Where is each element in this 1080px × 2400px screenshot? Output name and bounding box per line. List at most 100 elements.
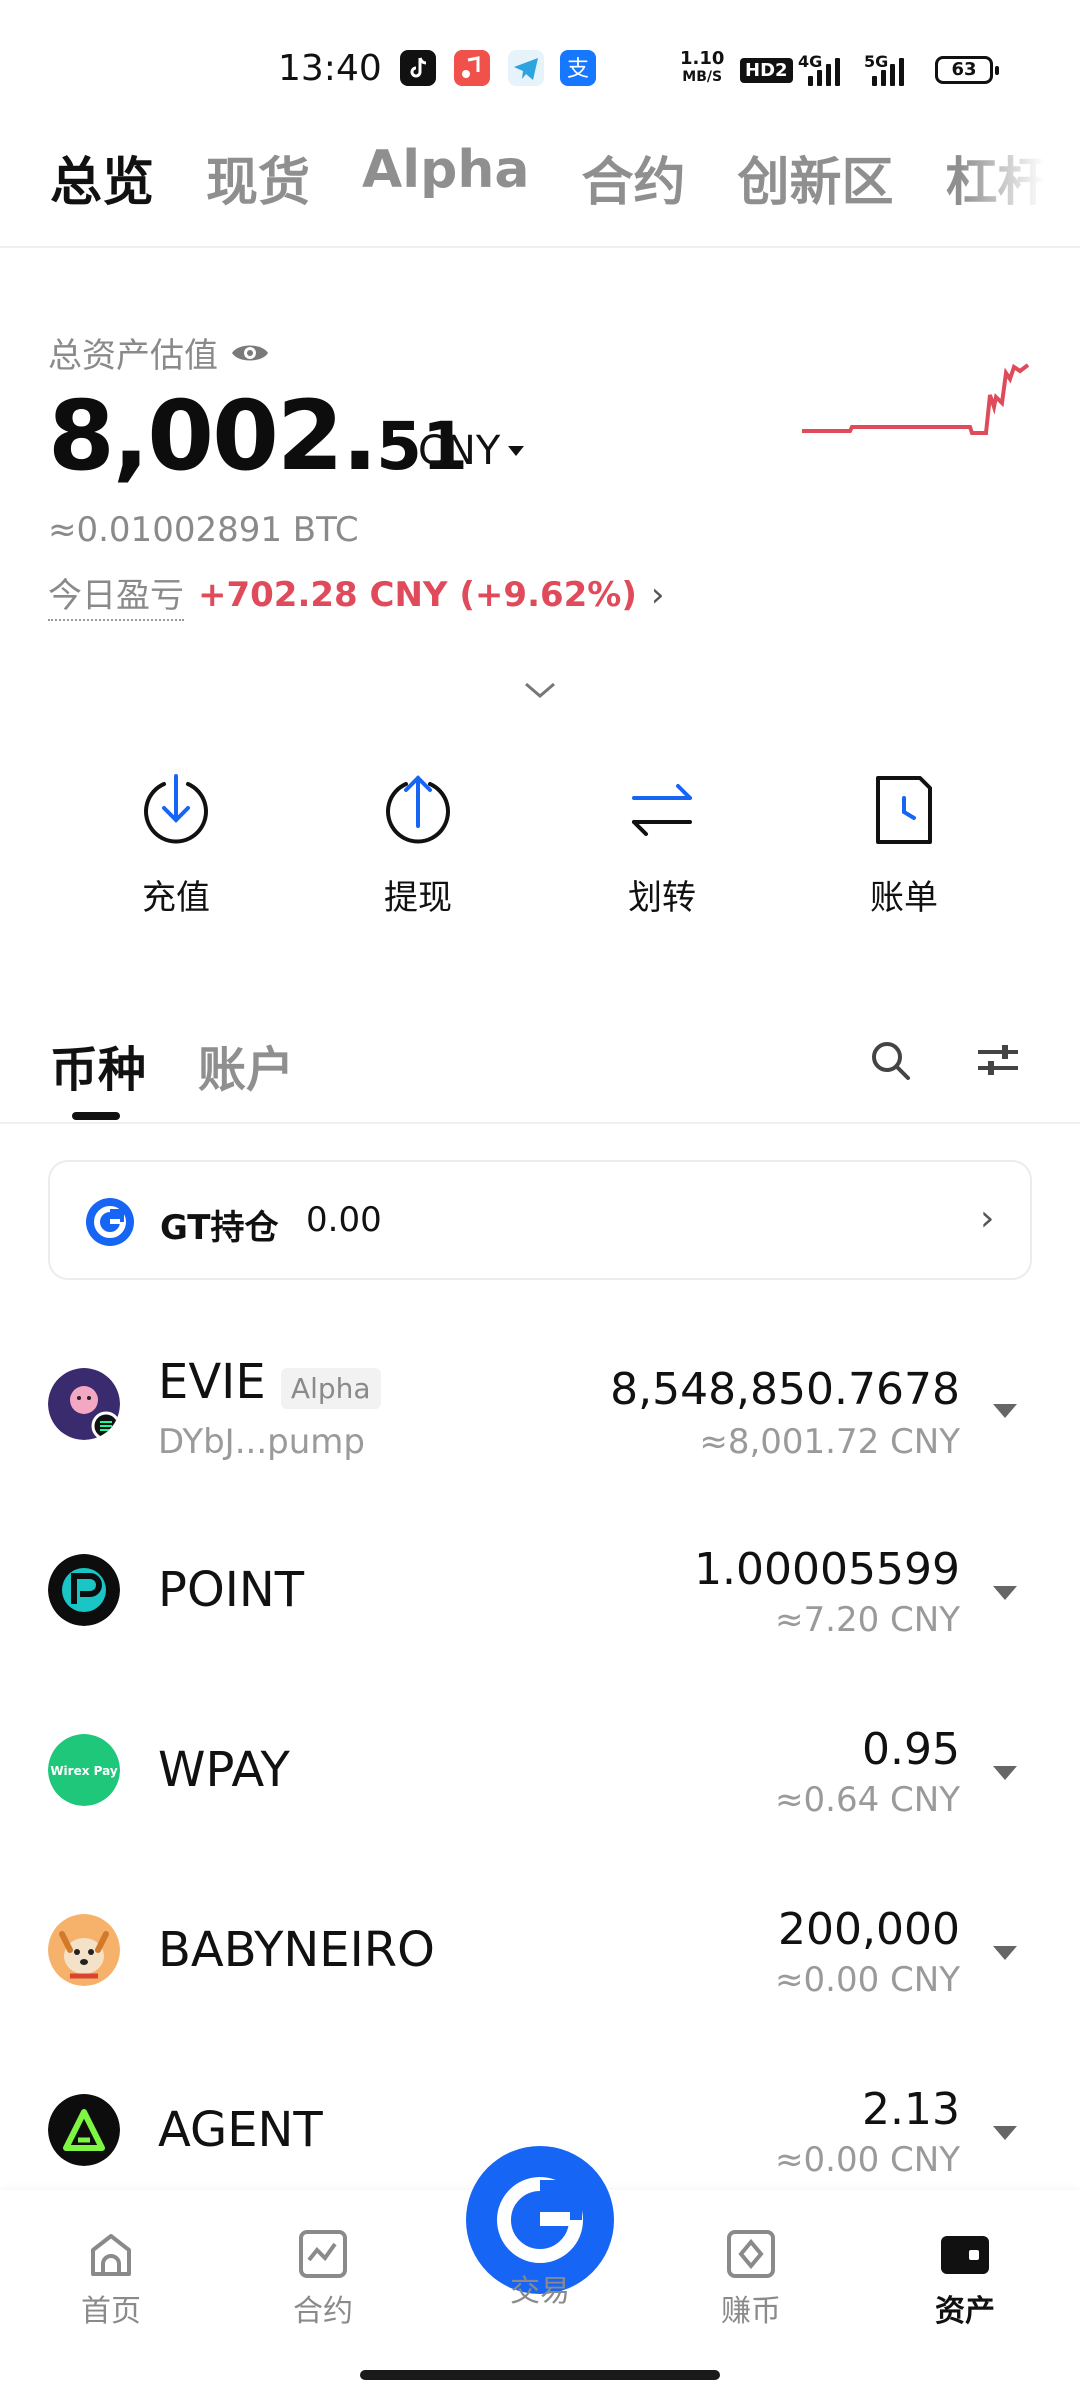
- header-divider: [0, 246, 1080, 248]
- caret-down-icon[interactable]: [993, 2126, 1017, 2140]
- signal-bars-1: [808, 56, 840, 86]
- coin-name: BABYNEIRO: [158, 1922, 435, 1978]
- music-icon: [454, 50, 490, 86]
- withdraw-button[interactable]: 提现: [328, 770, 508, 919]
- currency-selector[interactable]: CNY: [418, 428, 525, 474]
- tab-accounts[interactable]: 账户: [198, 1030, 294, 1100]
- svg-text:Wirex Pay: Wirex Pay: [50, 1764, 118, 1778]
- tiktok-icon: [400, 50, 436, 86]
- tab-overview[interactable]: 总览: [50, 140, 154, 215]
- chevron-right-icon: ›: [980, 1198, 995, 1239]
- caret-down-icon[interactable]: [993, 1586, 1017, 1600]
- coin-amount: 2.13: [862, 2084, 960, 2135]
- deposit-icon: [144, 774, 208, 844]
- bill-label: 账单: [870, 878, 938, 918]
- total-main: 8,002.: [48, 380, 378, 492]
- coin-name: AGENT: [158, 2102, 323, 2158]
- tab-fade-overlay: [960, 140, 1080, 220]
- coin-cny-value: ≈8,001.72 CNY: [699, 1422, 960, 1462]
- transfer-label: 划转: [628, 878, 696, 918]
- btc-equivalent: ≈0.01002891 BTC: [48, 510, 359, 550]
- tab-spot[interactable]: 现货: [206, 140, 310, 215]
- wallet-icon: [941, 2236, 989, 2274]
- coin-contract: DYbJ...pump: [158, 1422, 365, 1462]
- hd-badge: HD2: [740, 58, 793, 83]
- currency-label: CNY: [418, 428, 501, 474]
- asset-tab-bar: 币种 账户: [50, 1030, 294, 1100]
- today-pnl[interactable]: 今日盈亏 +702.28 CNY (+9.62%) ›: [48, 568, 665, 621]
- gt-holding-card[interactable]: GT持仓 0.00 ›: [48, 1160, 1032, 1280]
- svg-text:支: 支: [567, 57, 589, 82]
- caret-down-icon[interactable]: [993, 1404, 1017, 1418]
- nav-assets[interactable]: 资产: [890, 2228, 1040, 2330]
- telegram-icon: [508, 50, 544, 86]
- total-assets-label: 总资产估值: [48, 328, 270, 377]
- alpha-tag: Alpha: [280, 1368, 381, 1409]
- coin-amount: 200,000: [778, 1904, 960, 1955]
- evie-logo-icon: [48, 1368, 120, 1440]
- coin-amount: 8,548,850.7678: [610, 1364, 960, 1415]
- nav-assets-label: 资产: [935, 2294, 995, 2329]
- asset-tabs-divider: [0, 1122, 1080, 1124]
- withdraw-icon: [386, 775, 450, 844]
- bill-button[interactable]: 账单: [814, 770, 994, 919]
- tab-futures[interactable]: 合约: [581, 140, 685, 215]
- nav-earn[interactable]: 赚币: [676, 2228, 826, 2330]
- coin-name: EVIE Alpha: [158, 1354, 381, 1410]
- home-indicator: [360, 2370, 720, 2380]
- tab-coins[interactable]: 币种: [50, 1030, 146, 1100]
- home-icon: [91, 2234, 131, 2276]
- deposit-label: 充值: [142, 878, 210, 918]
- signal-bars-2: [872, 56, 904, 86]
- tab-innovation[interactable]: 创新区: [737, 140, 893, 215]
- transfer-button[interactable]: 划转: [572, 770, 752, 919]
- total-assets-value: 8,002.51: [48, 380, 468, 492]
- caret-down-icon[interactable]: [993, 1766, 1017, 1780]
- futures-icon: [299, 2230, 347, 2278]
- babyneiro-logo-icon: [48, 1914, 120, 1986]
- nav-trade-label: 交易: [510, 2274, 570, 2309]
- withdraw-label: 提现: [384, 878, 452, 918]
- coin-row-wpay[interactable]: Wirex Pay WPAY 0.95 ≈0.64 CNY: [0, 1680, 1080, 1860]
- coin-cny-value: ≈0.64 CNY: [775, 1780, 960, 1820]
- transfer-icon: [632, 784, 692, 836]
- net-speed: 1.10 MB/S: [680, 48, 725, 86]
- top-tab-bar: 总览 现货 Alpha 合约 创新区 杠杆: [50, 140, 1049, 215]
- expand-chevron-icon[interactable]: [520, 678, 560, 702]
- search-icon[interactable]: [868, 1038, 912, 1082]
- earn-icon: [727, 2230, 775, 2278]
- eye-icon[interactable]: [230, 340, 270, 366]
- deposit-button[interactable]: 充值: [86, 770, 266, 919]
- nav-futures-label: 合约: [293, 2294, 353, 2329]
- gt-holding-value: 0.00: [306, 1200, 382, 1240]
- nav-home-label: 首页: [81, 2294, 141, 2329]
- coin-cny-value: ≈0.00 CNY: [775, 1960, 960, 2000]
- wpay-logo-icon: Wirex Pay: [48, 1734, 120, 1806]
- tab-alpha[interactable]: Alpha: [362, 140, 529, 215]
- point-logo-icon: [48, 1554, 120, 1626]
- pnl-label: 今日盈亏: [48, 568, 184, 621]
- active-tab-indicator: [72, 1112, 120, 1120]
- filter-icon[interactable]: [976, 1040, 1020, 1080]
- nav-earn-label: 赚币: [721, 2294, 781, 2329]
- gt-logo-icon: [86, 1198, 134, 1246]
- pnl-value: +702.28 CNY (+9.62%): [198, 574, 637, 615]
- gt-holding-label: GT持仓: [160, 1208, 279, 1248]
- status-bar: 13:40 支 1.10 MB/S HD2 4G 5G 63: [0, 0, 1080, 140]
- nav-home[interactable]: 首页: [36, 2228, 186, 2330]
- bill-icon: [876, 776, 932, 844]
- coin-row-babyneiro[interactable]: BABYNEIRO 200,000 ≈0.00 CNY: [0, 1860, 1080, 2040]
- nav-futures[interactable]: 合约: [248, 2228, 398, 2330]
- alipay-icon: 支: [560, 50, 596, 86]
- total-assets-label-text: 总资产估值: [48, 336, 218, 376]
- coin-row-point[interactable]: POINT 1.00005599 ≈7.20 CNY: [0, 1500, 1080, 1680]
- coin-name-text: EVIE: [158, 1354, 266, 1410]
- status-time: 13:40: [278, 48, 382, 89]
- coin-cny-value: ≈7.20 CNY: [775, 1600, 960, 1640]
- coin-amount: 1.00005599: [694, 1544, 960, 1595]
- chevron-right-icon: ›: [650, 574, 665, 615]
- agent-logo-icon: [48, 2094, 120, 2166]
- caret-down-icon[interactable]: [993, 1946, 1017, 1960]
- coin-cny-value: ≈0.00 CNY: [775, 2140, 960, 2180]
- coin-row-evie[interactable]: EVIE Alpha DYbJ...pump 8,548,850.7678 ≈8…: [0, 1318, 1080, 1498]
